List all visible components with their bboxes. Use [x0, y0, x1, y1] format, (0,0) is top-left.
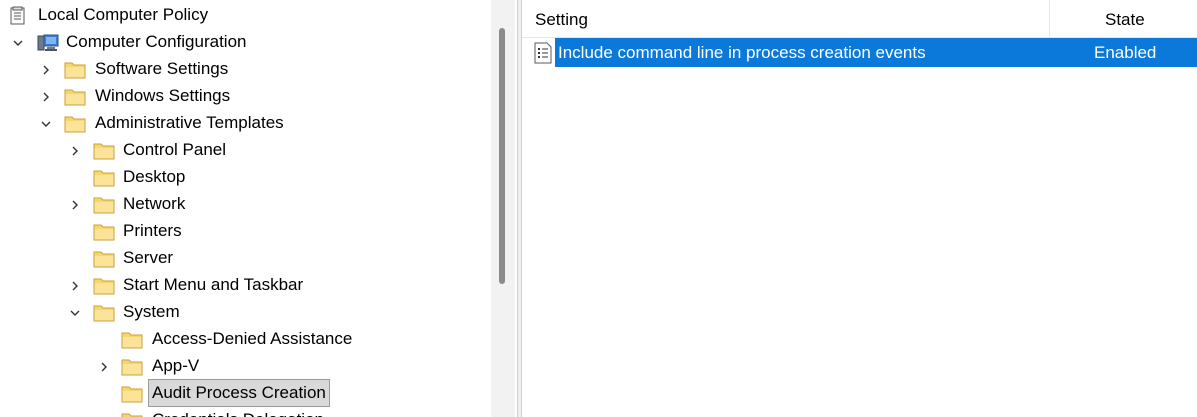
tree-item-app-v[interactable]: App-V [0, 353, 517, 380]
chevron-right-icon[interactable] [68, 137, 82, 164]
tree-item-administrative-templates[interactable]: Administrative Templates [0, 110, 517, 137]
setting-state: Enabled [1094, 43, 1157, 62]
folder-icon [93, 249, 115, 269]
setting-name: Include command line in process creation… [558, 43, 926, 62]
tree-item-label: Audit Process Creation [148, 379, 330, 407]
tree-list: Local Computer Policy Computer Configura… [0, 2, 517, 417]
settings-list-pane: Setting State Include command line in pr… [522, 0, 1197, 417]
row-selection-highlight: Include command line in process creation… [555, 38, 1197, 67]
column-header-state[interactable]: State [1050, 0, 1197, 38]
tree-item-label: Control Panel [123, 140, 227, 159]
computer-icon [37, 33, 59, 53]
chevron-down-icon[interactable] [68, 299, 82, 326]
tree-item-control-panel[interactable]: Control Panel [0, 137, 517, 164]
folder-icon [93, 276, 115, 296]
folder-icon [64, 114, 86, 134]
folder-icon [121, 384, 143, 404]
tree-item-label: Administrative Templates [95, 113, 284, 132]
chevron-down-icon[interactable] [11, 29, 25, 56]
folder-icon [121, 411, 143, 417]
tree-item-audit-process-creation[interactable]: Audit Process Creation [0, 379, 517, 407]
tree-item-label: Server [123, 248, 174, 267]
tree-item-label: Desktop [123, 167, 186, 186]
folder-icon [93, 222, 115, 242]
policy-document-icon [8, 6, 28, 26]
tree-item-local-computer-policy[interactable]: Local Computer Policy [0, 2, 517, 29]
folder-icon [93, 168, 115, 188]
tree-item-label: Computer Configuration [66, 32, 247, 51]
tree-item-label: App-V [152, 356, 200, 375]
folder-icon [93, 303, 115, 323]
folder-icon [64, 87, 86, 107]
tree-item-label: Credentials Delegation [149, 407, 327, 417]
tree-item-label: Start Menu and Taskbar [123, 275, 304, 294]
chevron-right-icon[interactable] [68, 272, 82, 299]
chevron-right-icon[interactable] [39, 83, 53, 110]
chevron-right-icon[interactable] [39, 56, 53, 83]
chevron-right-icon[interactable] [68, 191, 82, 218]
folder-icon [93, 195, 115, 215]
tree-vertical-scrollbar[interactable] [491, 0, 515, 417]
folder-icon [121, 357, 143, 377]
tree-item-network[interactable]: Network [0, 191, 517, 218]
tree-item-label: Local Computer Policy [38, 5, 209, 24]
tree-item-label: Network [123, 194, 186, 213]
folder-icon [64, 60, 86, 80]
tree-item-label: Access-Denied Assistance [152, 329, 353, 348]
tree-item-desktop[interactable]: Desktop [0, 164, 517, 191]
tree-item-access-denied-assistance[interactable]: Access-Denied Assistance [0, 326, 517, 353]
tree-item-server[interactable]: Server [0, 245, 517, 272]
list-header: Setting State [522, 0, 1197, 38]
tree-item-label: Software Settings [95, 59, 229, 78]
tree-item-printers[interactable]: Printers [0, 218, 517, 245]
folder-icon [93, 141, 115, 161]
scrollbar-thumb[interactable] [499, 28, 505, 284]
chevron-down-icon[interactable] [39, 110, 53, 137]
tree-item-software-settings[interactable]: Software Settings [0, 56, 517, 83]
folder-icon [121, 330, 143, 350]
tree-item-credentials-delegation[interactable]: Credentials Delegation [0, 407, 517, 417]
tree-item-system[interactable]: System [0, 299, 517, 326]
chevron-right-icon[interactable] [97, 353, 111, 380]
navigation-tree-pane[interactable]: Local Computer Policy Computer Configura… [0, 0, 517, 417]
tree-item-computer-configuration[interactable]: Computer Configuration [0, 29, 517, 56]
tree-item-label: System [123, 302, 180, 321]
tree-item-start-menu-and-taskbar[interactable]: Start Menu and Taskbar [0, 272, 517, 299]
column-header-setting[interactable]: Setting [522, 0, 1050, 38]
tree-item-label: Printers [123, 221, 182, 240]
tree-item-windows-settings[interactable]: Windows Settings [0, 83, 517, 110]
tree-item-label: Windows Settings [95, 86, 231, 105]
list-row-setting[interactable]: Include command line in process creation… [522, 38, 1197, 67]
policy-setting-icon [533, 42, 553, 64]
